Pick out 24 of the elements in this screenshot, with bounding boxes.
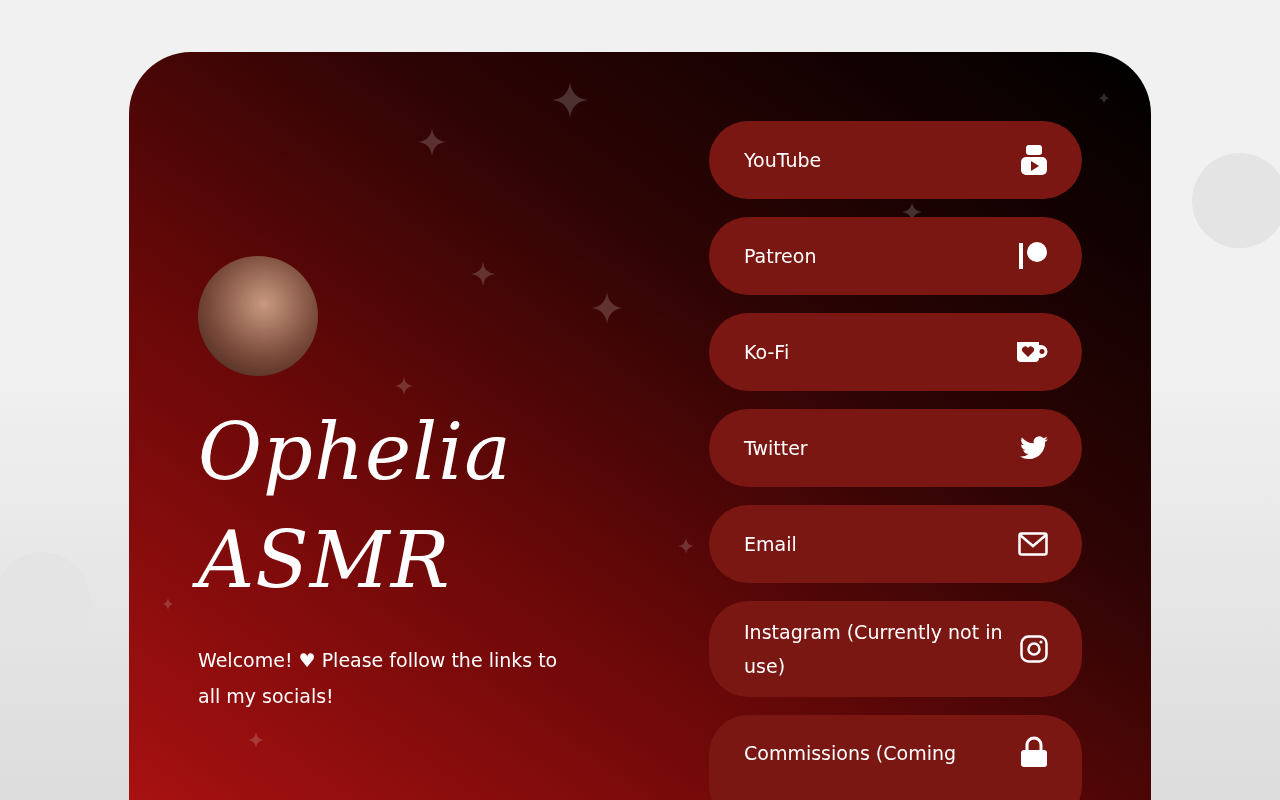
instagram-icon <box>1020 635 1048 663</box>
sparkle-icon <box>248 732 264 748</box>
sparkle-icon <box>1098 92 1110 104</box>
sparkle-icon <box>395 377 413 395</box>
link-button[interactable]: Ko-Fi <box>709 313 1082 391</box>
sparkle-icon <box>552 82 588 118</box>
link-button[interactable]: Twitter <box>709 409 1082 487</box>
link-button[interactable]: Commissions (Coming <box>709 715 1082 800</box>
sparkle-icon <box>678 538 694 554</box>
link-button[interactable]: Instagram (Currently not in use) <box>709 601 1082 697</box>
profile-title: Ophelia ASMR <box>188 392 532 624</box>
sparkle-icon <box>162 598 174 610</box>
welcome-text: Welcome! ♥ Please follow the links to all my socials! <box>198 648 559 709</box>
link-button[interactable]: Email <box>709 505 1082 583</box>
sparkle-icon <box>471 262 495 286</box>
cup-icon <box>1016 341 1048 363</box>
link-button[interactable]: YouTube <box>709 121 1082 199</box>
lock-icon <box>1020 736 1048 768</box>
bird-icon <box>1020 436 1048 460</box>
link-button[interactable]: Patreon <box>709 217 1082 295</box>
email-icon <box>1018 532 1048 556</box>
patreon-icon <box>1018 241 1048 271</box>
sparkle-icon <box>418 128 446 156</box>
sparkle-icon <box>591 292 623 324</box>
